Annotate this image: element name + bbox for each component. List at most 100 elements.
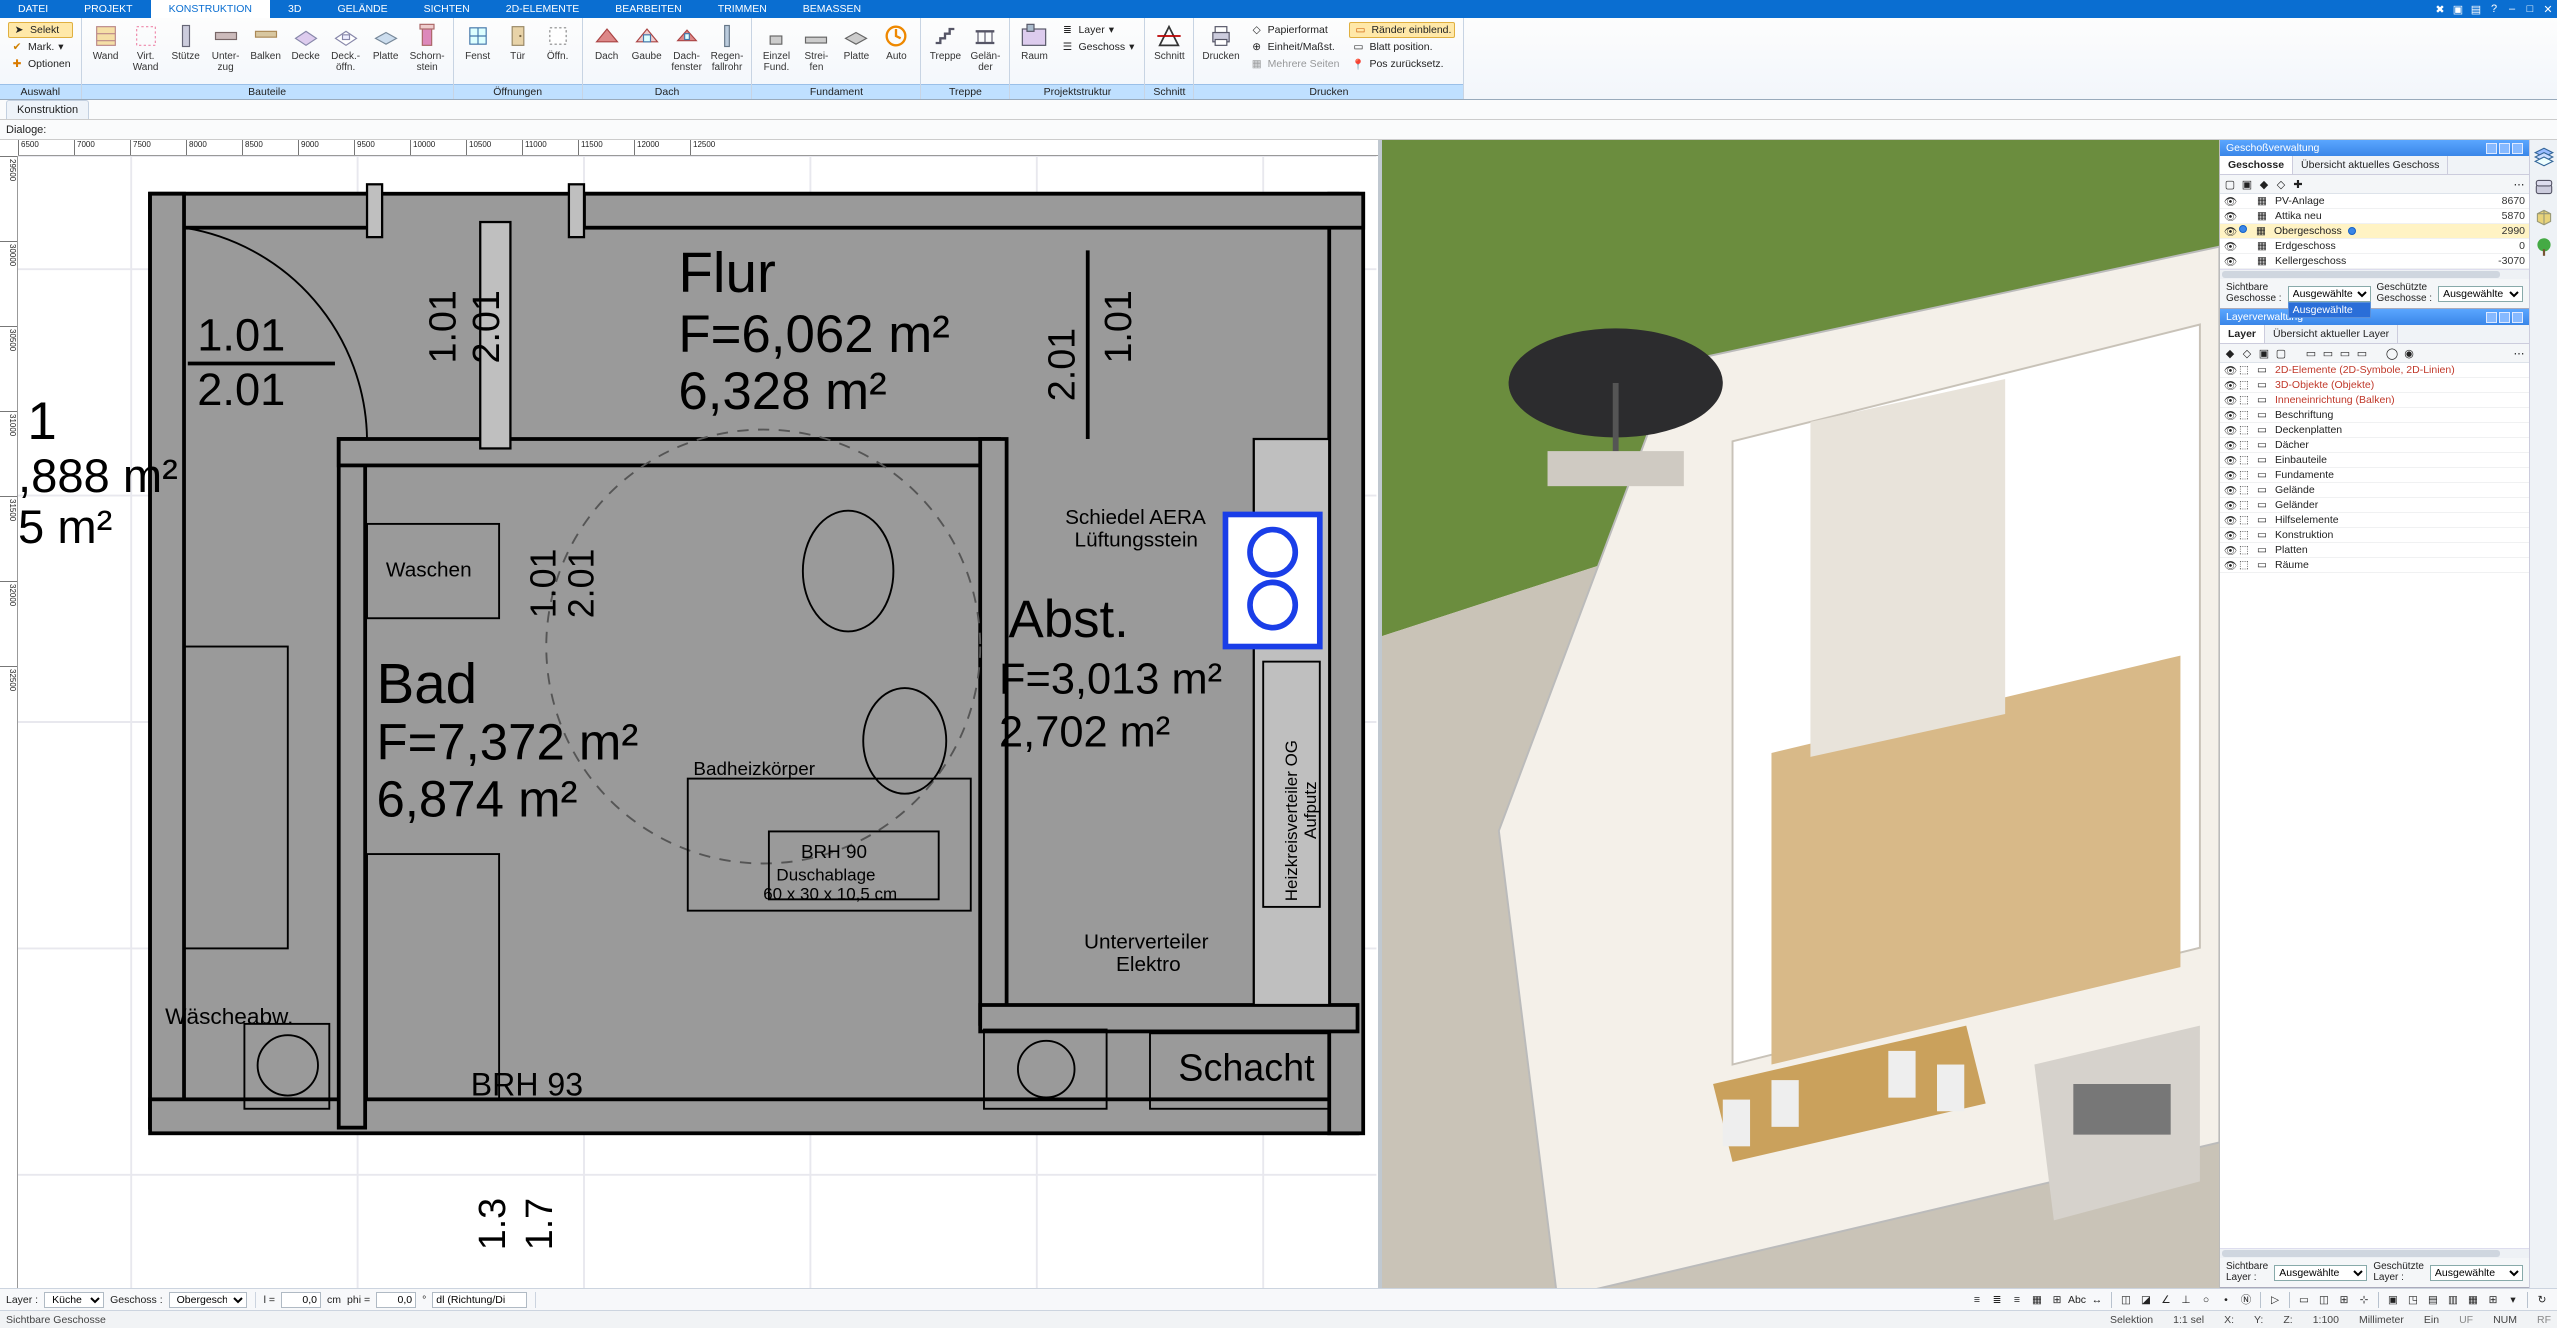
l-input[interactable]: [281, 1292, 321, 1308]
menu-tab-3d[interactable]: 3D: [270, 0, 319, 18]
lock-icon[interactable]: ⬚: [2239, 409, 2251, 421]
eye-icon[interactable]: 👁: [2224, 364, 2236, 376]
tb-icon[interactable]: ◆: [2223, 346, 2237, 360]
wand-button[interactable]: Wand: [86, 20, 126, 65]
view-2d[interactable]: 6500700075008000850090009500100001050011…: [0, 140, 1382, 1288]
eye-icon[interactable]: 👁: [2224, 240, 2236, 252]
pos-reset-button[interactable]: 📍Pos zurücksetz.: [1349, 56, 1455, 72]
mehrere-seiten-button[interactable]: ▦Mehrere Seiten: [1248, 56, 1342, 72]
pane-btn[interactable]: [2512, 312, 2523, 323]
dropdown-item[interactable]: Ausgewählte: [2289, 303, 2370, 317]
tb-menu-icon[interactable]: ⋯: [2512, 346, 2526, 360]
grid-icon[interactable]: ▦: [2028, 1291, 2046, 1309]
layer-row[interactable]: 👁⬚▭Dächer: [2220, 438, 2529, 453]
layer-row[interactable]: 👁⬚▭2D-Elemente (2D-Symbole, 2D-Linien): [2220, 363, 2529, 378]
eye-icon[interactable]: 👁: [2224, 484, 2236, 496]
layer-select[interactable]: Küche: [44, 1292, 104, 1308]
layers-icon[interactable]: [2533, 146, 2555, 168]
balken-button[interactable]: Balken: [246, 20, 286, 65]
align-center-icon[interactable]: ≣: [1988, 1291, 2006, 1309]
eye-icon[interactable]: 👁: [2224, 559, 2236, 571]
circle-icon[interactable]: ○: [2197, 1291, 2215, 1309]
align-right-icon[interactable]: ≡: [2008, 1291, 2026, 1309]
unterzug-button[interactable]: Unter- zug: [206, 20, 246, 75]
view-grid-icon[interactable]: ⊞: [2484, 1291, 2502, 1309]
lock-icon[interactable]: ⬚: [2239, 529, 2251, 541]
layer-button[interactable]: ≣Layer ▾: [1058, 22, 1136, 38]
layer-row[interactable]: 👁⬚▭Räume: [2220, 558, 2529, 573]
pane-btn[interactable]: [2486, 312, 2497, 323]
eye-icon[interactable]: 👁: [2224, 469, 2236, 481]
view-3d[interactable]: [1382, 140, 2219, 1288]
menu-tab-gelaende[interactable]: GELÄNDE: [319, 0, 405, 18]
eye-icon[interactable]: 👁: [2224, 195, 2236, 207]
pane-btn[interactable]: [2486, 143, 2497, 154]
tb-icon[interactable]: ◆: [2257, 177, 2271, 191]
eye-icon[interactable]: 👁: [2224, 379, 2236, 391]
einheit-massstab-button[interactable]: ⊕Einheit/Maßst.: [1248, 39, 1342, 55]
geschoss-tab-geschosse[interactable]: Geschosse: [2220, 156, 2293, 174]
geschoss-row[interactable]: 👁▦Kellergeschoss-3070: [2220, 254, 2529, 269]
platte-button[interactable]: Platte: [366, 20, 406, 65]
geschoss-button[interactable]: ☰Geschoss ▾: [1058, 39, 1136, 55]
lock-icon[interactable]: ⬚: [2239, 394, 2251, 406]
view-persp-icon[interactable]: ▦: [2464, 1291, 2482, 1309]
menu-tab-datei[interactable]: DATEI: [0, 0, 66, 18]
fenst-button[interactable]: Fenst: [458, 20, 498, 65]
ortho-icon[interactable]: ⊹: [2355, 1291, 2373, 1309]
oeffn-button[interactable]: Öffn.: [538, 20, 578, 65]
tb-icon[interactable]: ▭: [2304, 346, 2318, 360]
angle-icon[interactable]: ∠: [2157, 1291, 2175, 1309]
menu-tab-2d-elemente[interactable]: 2D-ELEMENTE: [488, 0, 598, 18]
select-button[interactable]: ➤Selekt: [8, 22, 73, 38]
auto-button[interactable]: Auto: [876, 20, 916, 65]
hatch2-icon[interactable]: ◪: [2137, 1291, 2155, 1309]
layer-row[interactable]: 👁⬚▭Deckenplatten: [2220, 423, 2529, 438]
dropdown-list[interactable]: Ausgewählte: [2288, 302, 2371, 318]
geschoss-row[interactable]: 👁▦Erdgeschoss0: [2220, 239, 2529, 254]
treppe-button[interactable]: Treppe: [925, 20, 965, 65]
lock-icon[interactable]: ⬚: [2239, 484, 2251, 496]
maximize-icon[interactable]: □: [2521, 0, 2539, 18]
layer-row[interactable]: 👁⬚▭3D-Objekte (Objekte): [2220, 378, 2529, 393]
chevron-down-icon[interactable]: ▾: [2504, 1291, 2522, 1309]
document-tab[interactable]: Konstruktion: [6, 100, 89, 119]
layer-tab-overview[interactable]: Übersicht aktueller Layer: [2265, 325, 2398, 343]
layer-row[interactable]: 👁⬚▭Gelände: [2220, 483, 2529, 498]
tb-icon[interactable]: ▣: [2257, 346, 2271, 360]
lock-icon[interactable]: ⬚: [2239, 499, 2251, 511]
dach-button[interactable]: Dach: [587, 20, 627, 65]
drucken-button[interactable]: Drucken: [1198, 20, 1243, 65]
regenfallrohr-button[interactable]: Regen- fallrohr: [707, 20, 748, 75]
letter-n-icon[interactable]: Ⓝ: [2237, 1291, 2255, 1309]
view-side-icon[interactable]: ▥: [2444, 1291, 2462, 1309]
geschoss-row[interactable]: 👁▦Attika neu5870: [2220, 209, 2529, 224]
lock-icon[interactable]: ⬚: [2239, 364, 2251, 376]
window-icon[interactable]: ▣: [2449, 0, 2467, 18]
lock-icon[interactable]: ⬚: [2239, 544, 2251, 556]
lock-icon[interactable]: ⬚: [2239, 379, 2251, 391]
perp-icon[interactable]: ⊥: [2177, 1291, 2195, 1309]
minimize-icon[interactable]: ‒: [2503, 0, 2521, 18]
deckoeffn-button[interactable]: Deck.- öffn.: [326, 20, 366, 75]
sichtbare-layer-select[interactable]: Ausgewählte: [2274, 1265, 2367, 1281]
menu-tab-projekt[interactable]: PROJEKT: [66, 0, 150, 18]
text-icon[interactable]: Abc: [2068, 1291, 2086, 1309]
help-icon[interactable]: ?: [2485, 0, 2503, 18]
layer-row[interactable]: 👁⬚▭Hilfselemente: [2220, 513, 2529, 528]
menu-tab-bemassen[interactable]: BEMASSEN: [785, 0, 879, 18]
tb-icon[interactable]: ▭: [2321, 346, 2335, 360]
window-icon[interactable]: ▤: [2467, 0, 2485, 18]
dimension-icon[interactable]: ↔: [2088, 1291, 2106, 1309]
split-4-icon[interactable]: ⊞: [2335, 1291, 2353, 1309]
tb-icon[interactable]: ▣: [2240, 177, 2254, 191]
virt-wand-button[interactable]: Virt. Wand: [126, 20, 166, 75]
layer-row[interactable]: 👁⬚▭Inneneinrichtung (Balken): [2220, 393, 2529, 408]
menu-tab-trimmen[interactable]: TRIMMEN: [700, 0, 785, 18]
dachfenster-button[interactable]: Dach- fenster: [667, 20, 707, 75]
point-icon[interactable]: •: [2217, 1291, 2235, 1309]
geschoss-list[interactable]: 👁▦PV-Anlage8670👁▦Attika neu5870👁▦Oberges…: [2220, 194, 2529, 269]
eye-icon[interactable]: 👁: [2224, 255, 2236, 267]
lock-icon[interactable]: ⬚: [2239, 469, 2251, 481]
layer-row[interactable]: 👁⬚▭Einbauteile: [2220, 453, 2529, 468]
